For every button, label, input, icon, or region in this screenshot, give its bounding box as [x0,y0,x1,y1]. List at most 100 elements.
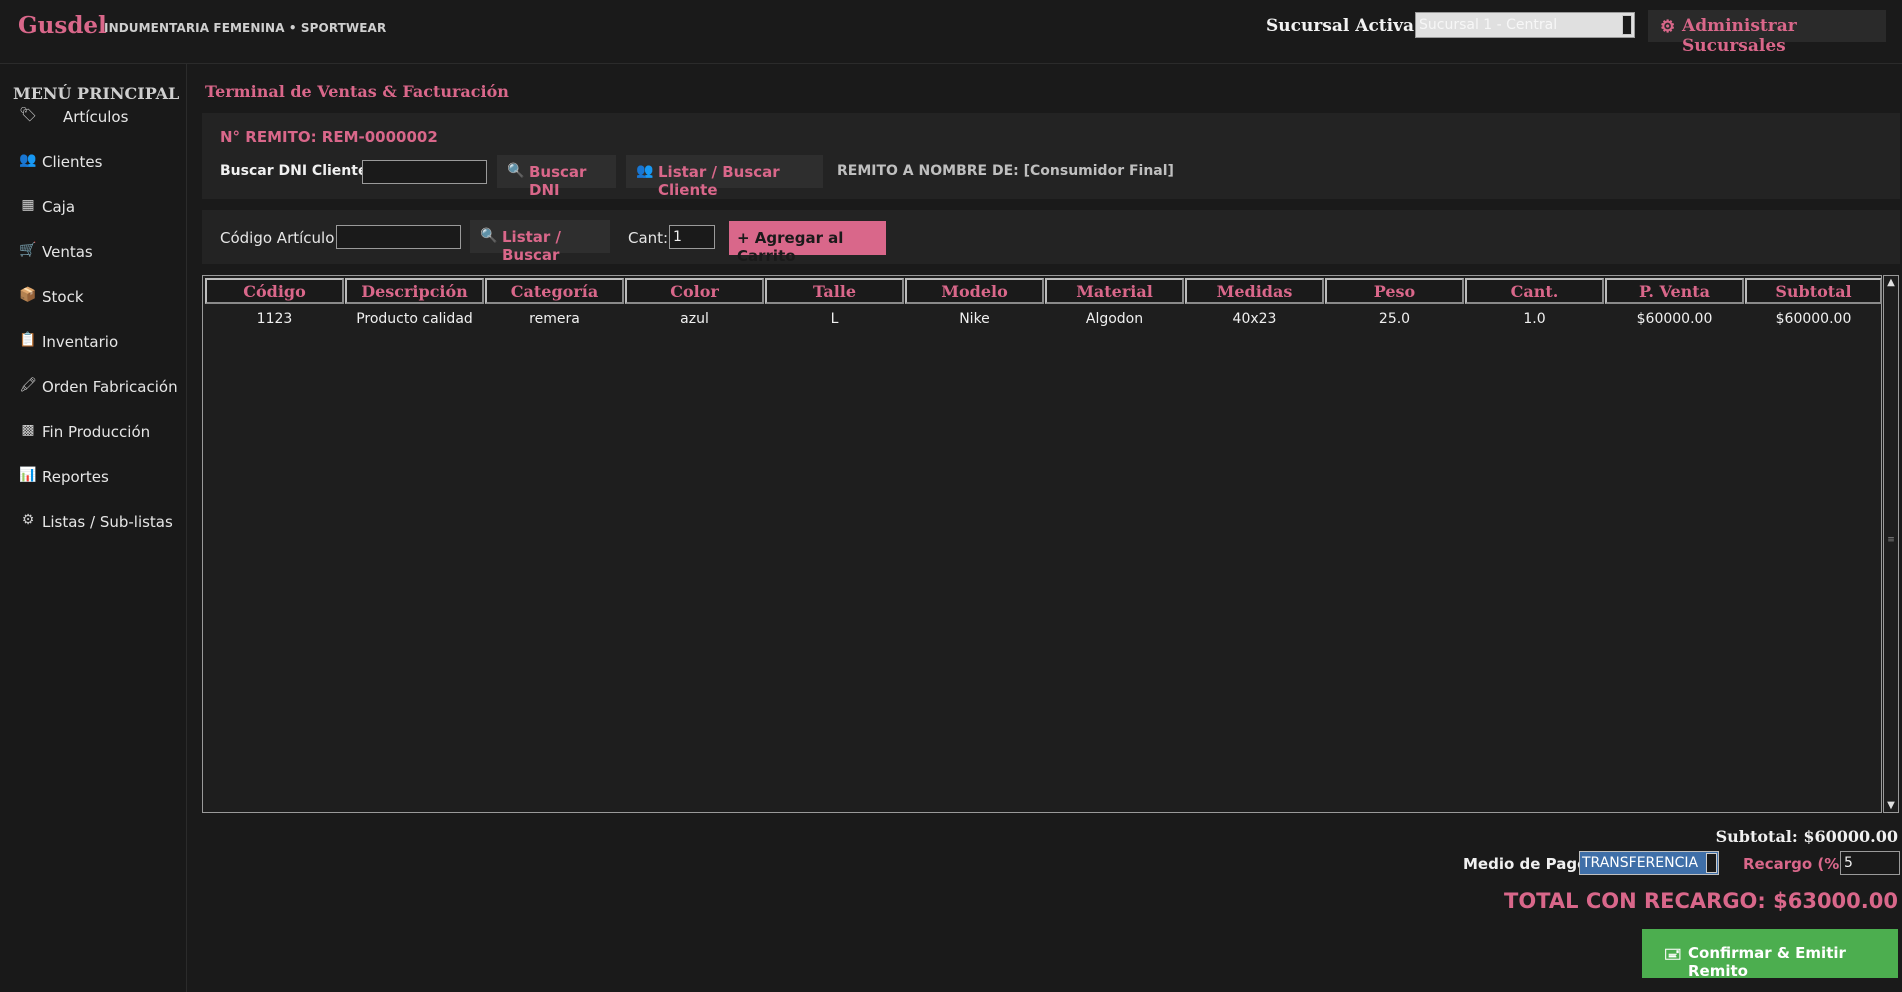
column-header-color[interactable]: Color [625,278,764,304]
search-icon: 🔍 [480,228,498,244]
table-scrollbar[interactable]: ▲ ≡ ▼ [1883,275,1899,813]
sidebar-item-reportes[interactable]: 📊 Reportes [0,460,186,496]
sidebar-item-inventario[interactable]: 📋 Inventario [0,325,186,361]
sidebar-item-label: Fin Producción [42,423,151,441]
brand-tagline: INDUMENTARIA FEMENINA • SPORTWEAR [104,21,387,35]
column-header-codigo[interactable]: Código [205,278,344,304]
column-header-subtotal[interactable]: Subtotal [1745,278,1882,304]
cash-register-icon: ▦ [21,197,35,213]
sidebar-item-label: Orden Fabricación [42,378,178,396]
sidebar-item-label: Artículos [63,108,129,126]
gear-icon: ⚙ [21,512,35,528]
sidebar-item-label: Reportes [42,468,109,486]
column-header-p-venta[interactable]: P. Venta [1605,278,1744,304]
search-dni-button[interactable]: 🔍 Buscar DNI [497,155,616,199]
box-icon: 📦 [19,287,37,303]
list-clients-button[interactable]: 👥 Listar / Buscar Cliente [626,155,823,199]
table-cell: azul [680,311,709,327]
sidebar-item-ventas[interactable]: 🛒 Ventas [0,235,186,271]
surcharge-input[interactable]: 5 [1840,851,1900,875]
payment-method-value: TRANSFERENCIA [1582,855,1699,871]
table-cell: Nike [959,311,990,327]
table-header: Código Descripción Categoría Color Talle… [205,278,1883,304]
active-branch-value: Sucursal 1 - Central [1419,17,1558,33]
payment-method-label: Medio de Pago: [1463,855,1594,873]
column-header-talle[interactable]: Talle [765,278,904,304]
table-cell: L [830,311,839,327]
dni-label: Buscar DNI Cliente: [220,163,374,179]
sidebar-item-label: Stock [42,288,84,306]
subtotal-label: Subtotal: $60000.00 [1715,827,1898,846]
table-cell: 1123 [256,311,293,327]
column-header-medidas[interactable]: Medidas [1185,278,1324,304]
page-title: Terminal de Ventas & Facturación [205,82,509,101]
table-cell: 1.0 [1523,311,1546,327]
quantity-input[interactable]: 1 [669,225,715,249]
sidebar-item-label: Clientes [42,153,103,171]
surcharge-label: Recargo (%): [1743,855,1853,873]
table-cell: 25.0 [1378,311,1411,327]
checkered-flag-icon: ▩ [21,422,35,438]
sidebar: MENÚ PRINCIPAL 🏷 Artículos 👥 Clientes ▦ … [0,64,187,992]
table-cell: $60000.00 [1636,311,1713,327]
top-bar: Gusdel INDUMENTARIA FEMENINA • SPORTWEAR… [0,0,1902,64]
scroll-up-icon[interactable]: ▲ [1886,277,1896,288]
list-search-label: Listar / Buscar [502,228,562,264]
table-cell: $60000.00 [1775,311,1852,327]
users-icon: 👥 [636,163,654,179]
sidebar-item-clientes[interactable]: 👥 Clientes [0,145,186,181]
clipboard-icon: 📋 [19,332,37,348]
sidebar-item-orden-fabricacion[interactable]: 🖍 Orden Fabricación [0,370,186,406]
column-header-material[interactable]: Material [1045,278,1184,304]
sidebar-item-caja[interactable]: ▦ Caja [0,190,186,226]
remito-recipient: REMITO A NOMBRE DE: [Consumidor Final] [837,163,1174,179]
sidebar-item-articulos[interactable]: 🏷 Artículos [0,100,186,136]
column-header-categoria[interactable]: Categoría [485,278,624,304]
column-header-descripcion[interactable]: Descripción [345,278,484,304]
tag-icon: 🏷 [19,107,37,123]
table-cell: 40x23 [1232,311,1277,327]
brand-logo: Gusdel [18,12,107,39]
remito-number: N° REMITO: REM-0000002 [220,128,438,146]
dropdown-arrow-icon[interactable] [1706,853,1717,873]
active-branch-label: Sucursal Activa: [1266,16,1421,36]
customer-panel: N° REMITO: REM-0000002 Buscar DNI Client… [202,113,1900,199]
sidebar-item-fin-produccion[interactable]: ▩ Fin Producción [0,415,186,451]
scroll-down-icon[interactable]: ▼ [1886,800,1896,811]
article-panel: Código Artículo: 🔍 Listar / Buscar Cant:… [202,210,1900,265]
cart-icon: 🛒 [19,242,37,258]
column-header-cant[interactable]: Cant. [1465,278,1604,304]
add-to-cart-button[interactable]: + Agregar al Carrito [729,221,886,265]
column-header-peso[interactable]: Peso [1325,278,1464,304]
sidebar-item-stock[interactable]: 📦 Stock [0,280,186,316]
receipt-icon: 🖃 [1664,945,1682,963]
bar-chart-icon: 📊 [19,467,37,483]
sidebar-item-label: Ventas [42,243,93,261]
dropdown-arrow-icon[interactable] [1622,15,1632,35]
table-row[interactable]: 1123 Producto calidad remera azul L Nike… [205,311,1883,333]
list-search-articles-button[interactable]: 🔍 Listar / Buscar [470,220,610,264]
column-header-modelo[interactable]: Modelo [905,278,1044,304]
table-cell: Producto calidad [356,311,473,327]
sidebar-item-listas[interactable]: ⚙ Listas / Sub-listas [0,505,186,541]
search-dni-label: Buscar DNI [529,163,587,199]
payment-method-select[interactable]: TRANSFERENCIA [1579,851,1719,875]
confirm-remito-button[interactable]: 🖃 Confirmar & Emitir Remito [1642,929,1898,980]
quantity-label: Cant: [628,229,669,247]
sidebar-item-label: Caja [42,198,76,216]
article-code-label: Código Artículo: [220,229,340,247]
scroll-grip-icon[interactable]: ≡ [1886,536,1896,545]
article-code-input[interactable] [336,225,461,249]
users-icon: 👥 [19,152,37,168]
active-branch-select[interactable]: Sucursal 1 - Central [1415,12,1635,38]
sidebar-item-label: Inventario [42,333,119,351]
dni-input[interactable] [362,160,487,184]
sidebar-item-label: Listas / Sub-listas [42,513,173,531]
confirm-remito-label: Confirmar & Emitir Remito [1688,944,1846,980]
admin-branches-button[interactable]: ⚙ Administrar Sucursales [1648,10,1886,56]
search-icon: 🔍 [507,163,525,179]
cart-table: Código Descripción Categoría Color Talle… [202,275,1882,813]
table-cell: remera [529,311,580,327]
gear-icon: ⚙ [1660,17,1676,37]
grand-total: TOTAL CON RECARGO: $63000.00 [1504,889,1898,913]
